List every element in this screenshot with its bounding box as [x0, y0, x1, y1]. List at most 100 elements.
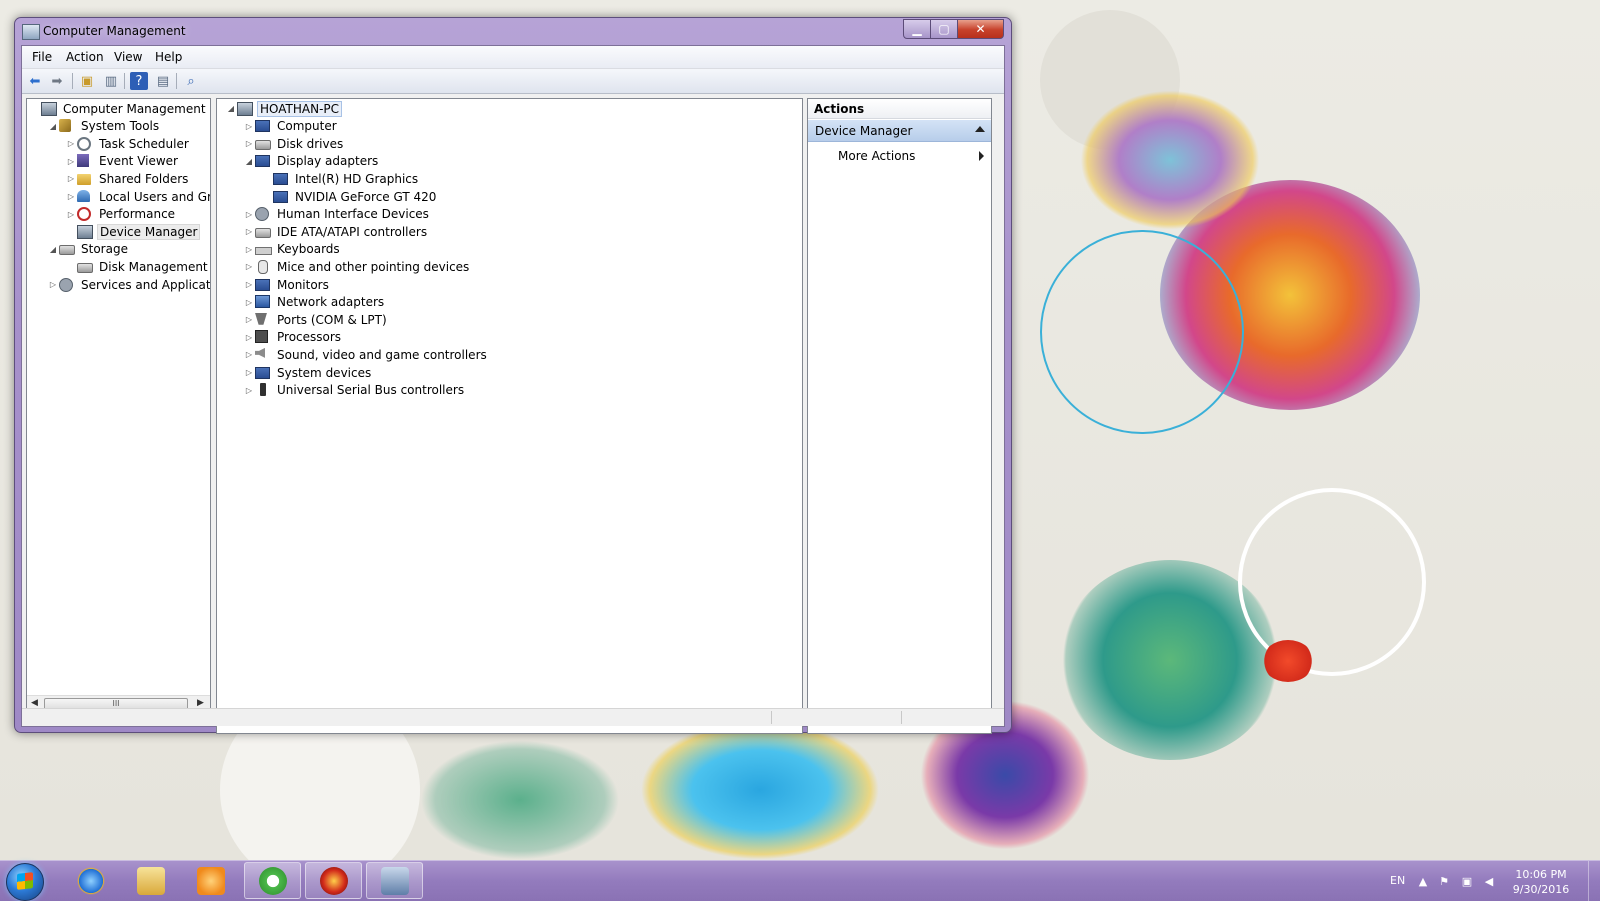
nav-tree-item[interactable]: ▷ Task Scheduler	[65, 135, 191, 152]
tree-icon-wrapper	[255, 347, 271, 362]
show-hide-action-pane-button[interactable]: ▤	[154, 72, 172, 90]
scroll-left-icon[interactable]: ◀	[31, 698, 38, 708]
expand-triangle-icon[interactable]: ▷	[65, 157, 77, 166]
device-tree-item[interactable]: Intel(R) HD Graphics	[261, 170, 420, 187]
action-center-icon[interactable]: ⚑	[1437, 875, 1451, 888]
pc-icon	[41, 101, 57, 116]
collapse-triangle-icon[interactable]: ◢	[47, 122, 59, 131]
usb-icon	[260, 383, 266, 397]
device-tree-item[interactable]: ▷ Universal Serial Bus controllers	[243, 382, 466, 399]
device-tree-item[interactable]: ▷ Sound, video and game controllers	[243, 346, 489, 363]
network-icon[interactable]: ▣	[1460, 875, 1474, 888]
expand-triangle-icon[interactable]: ▷	[243, 368, 255, 377]
show-hide-console-tree-button[interactable]: ▥	[102, 72, 120, 90]
taskbar-game-app[interactable]	[305, 862, 362, 899]
expand-triangle-icon[interactable]: ▷	[65, 139, 77, 148]
expand-triangle-icon[interactable]: ▷	[243, 210, 255, 219]
device-tree-item[interactable]: ▷ Processors	[243, 329, 343, 346]
nav-tree-item[interactable]: Device Manager	[65, 223, 201, 240]
language-indicator[interactable]: EN	[1390, 874, 1405, 887]
collapse-triangle-icon[interactable]: ◢	[47, 245, 59, 254]
menu-file[interactable]: File	[32, 50, 52, 64]
device-tree-pane[interactable]: ◢ HOATHAN-PC ▷ Computer ▷ Disk drives ◢ Display…	[216, 98, 803, 734]
minimize-button[interactable]: ▁	[903, 19, 931, 39]
taskbar-green-app[interactable]	[244, 862, 301, 899]
collapse-triangle-icon[interactable]: ◢	[243, 157, 255, 166]
device-tree-item[interactable]: ▷ System devices	[243, 364, 373, 381]
taskbar-computer-management[interactable]	[366, 862, 423, 899]
device-tree-item[interactable]: ▷ Monitors	[243, 276, 331, 293]
show-desktop-button[interactable]	[1588, 861, 1600, 901]
wallpaper-ring	[1040, 230, 1244, 434]
monitor-icon	[255, 120, 270, 133]
expand-triangle-icon[interactable]: ▷	[243, 298, 255, 307]
title-bar[interactable]: Computer Management ▁ ▢ ✕	[15, 18, 1011, 46]
expand-triangle-icon[interactable]: ▷	[243, 122, 255, 131]
status-divider	[771, 711, 772, 724]
forward-button[interactable]: ➡	[48, 72, 66, 90]
device-tree-item[interactable]: ▷ Human Interface Devices	[243, 206, 431, 223]
device-tree-item[interactable]: ◢ HOATHAN-PC	[225, 100, 343, 117]
start-button[interactable]	[6, 863, 44, 901]
clock[interactable]: 10:06 PM 9/30/2016	[1508, 867, 1574, 897]
device-tree-item[interactable]: ▷ Disk drives	[243, 135, 345, 152]
nav-tree-item[interactable]: ▷ Event Viewer	[65, 153, 180, 170]
collapse-arrow-icon[interactable]	[975, 126, 985, 132]
expand-triangle-icon[interactable]: ▷	[243, 333, 255, 342]
show-hidden-icons-icon[interactable]: ▲	[1416, 875, 1430, 888]
nav-tree-item[interactable]: Computer Management (Local	[29, 100, 210, 117]
back-button[interactable]: ⬅	[26, 72, 44, 90]
device-tree-item[interactable]: ▷ Mice and other pointing devices	[243, 258, 471, 275]
device-tree-item[interactable]: ▷ IDE ATA/ATAPI controllers	[243, 223, 429, 240]
tree-icon-wrapper	[255, 225, 271, 239]
nav-tree-item[interactable]: ▷ Local Users and Groups	[65, 188, 210, 205]
nav-tree-item[interactable]: ▷ Services and Applications	[47, 276, 210, 293]
device-manager-icon	[77, 224, 93, 239]
actions-group-device-manager[interactable]: Device Manager	[808, 120, 991, 142]
expand-triangle-icon[interactable]: ▷	[243, 245, 255, 254]
device-tree-item[interactable]: ▷ Keyboards	[243, 241, 342, 258]
menu-view[interactable]: View	[114, 50, 142, 64]
expand-triangle-icon[interactable]: ▷	[65, 192, 77, 201]
volume-icon[interactable]: ◀	[1482, 875, 1496, 888]
system-devices-icon	[255, 366, 270, 379]
nav-tree-item[interactable]: ◢ Storage	[47, 241, 130, 258]
expand-triangle-icon[interactable]: ▷	[243, 315, 255, 324]
computer-management-window[interactable]: Computer Management ▁ ▢ ✕ File Action Vi…	[14, 17, 1012, 734]
expand-triangle-icon[interactable]: ▷	[243, 280, 255, 289]
menu-help[interactable]: Help	[155, 50, 182, 64]
nav-tree-item[interactable]: ◢ System Tools	[47, 118, 161, 135]
more-actions-link[interactable]: More Actions	[838, 149, 915, 163]
expand-triangle-icon[interactable]: ▷	[65, 210, 77, 219]
tree-icon-wrapper	[255, 242, 272, 256]
device-tree-item[interactable]: NVIDIA GeForce GT 420	[261, 188, 438, 205]
console-tree-pane[interactable]: Computer Management (Local◢System Tools▷…	[26, 98, 211, 714]
scroll-right-icon[interactable]: ▶	[197, 698, 204, 708]
expand-triangle-icon[interactable]: ▷	[243, 262, 255, 271]
up-one-level-button[interactable]: ▣	[78, 72, 96, 90]
nav-tree-item[interactable]: Disk Management	[65, 258, 210, 275]
expand-triangle-icon[interactable]: ▷	[243, 386, 255, 395]
expand-triangle-icon[interactable]: ▷	[243, 350, 255, 359]
close-button[interactable]: ✕	[957, 19, 1004, 39]
device-tree-item[interactable]: ▷ Ports (COM & LPT)	[243, 311, 389, 328]
nav-tree-item[interactable]: ▷ Shared Folders	[65, 170, 190, 187]
device-tree-item[interactable]: ▷ Network adapters	[243, 294, 386, 311]
help-button[interactable]: ?	[130, 72, 148, 90]
nav-tree-item[interactable]: ▷ Performance	[65, 206, 177, 223]
expand-triangle-icon[interactable]: ▷	[47, 280, 59, 289]
scan-hardware-changes-button[interactable]: ⌕	[182, 72, 200, 90]
taskbar-internet-explorer[interactable]	[62, 862, 119, 899]
users-icon	[77, 189, 90, 202]
taskbar-windows-explorer[interactable]	[122, 862, 179, 899]
collapse-triangle-icon[interactable]: ◢	[225, 104, 237, 113]
expand-triangle-icon[interactable]: ▷	[243, 139, 255, 148]
maximize-button[interactable]: ▢	[930, 19, 958, 39]
device-tree-item[interactable]: ◢ Display adapters	[243, 153, 380, 170]
expand-triangle-icon[interactable]: ▷	[243, 227, 255, 236]
expand-triangle-icon[interactable]: ▷	[65, 174, 77, 183]
device-tree-item[interactable]: ▷ Computer	[243, 118, 339, 135]
taskbar-media-player[interactable]	[182, 862, 239, 899]
tree-icon-wrapper	[255, 312, 271, 327]
menu-action[interactable]: Action	[66, 50, 104, 64]
